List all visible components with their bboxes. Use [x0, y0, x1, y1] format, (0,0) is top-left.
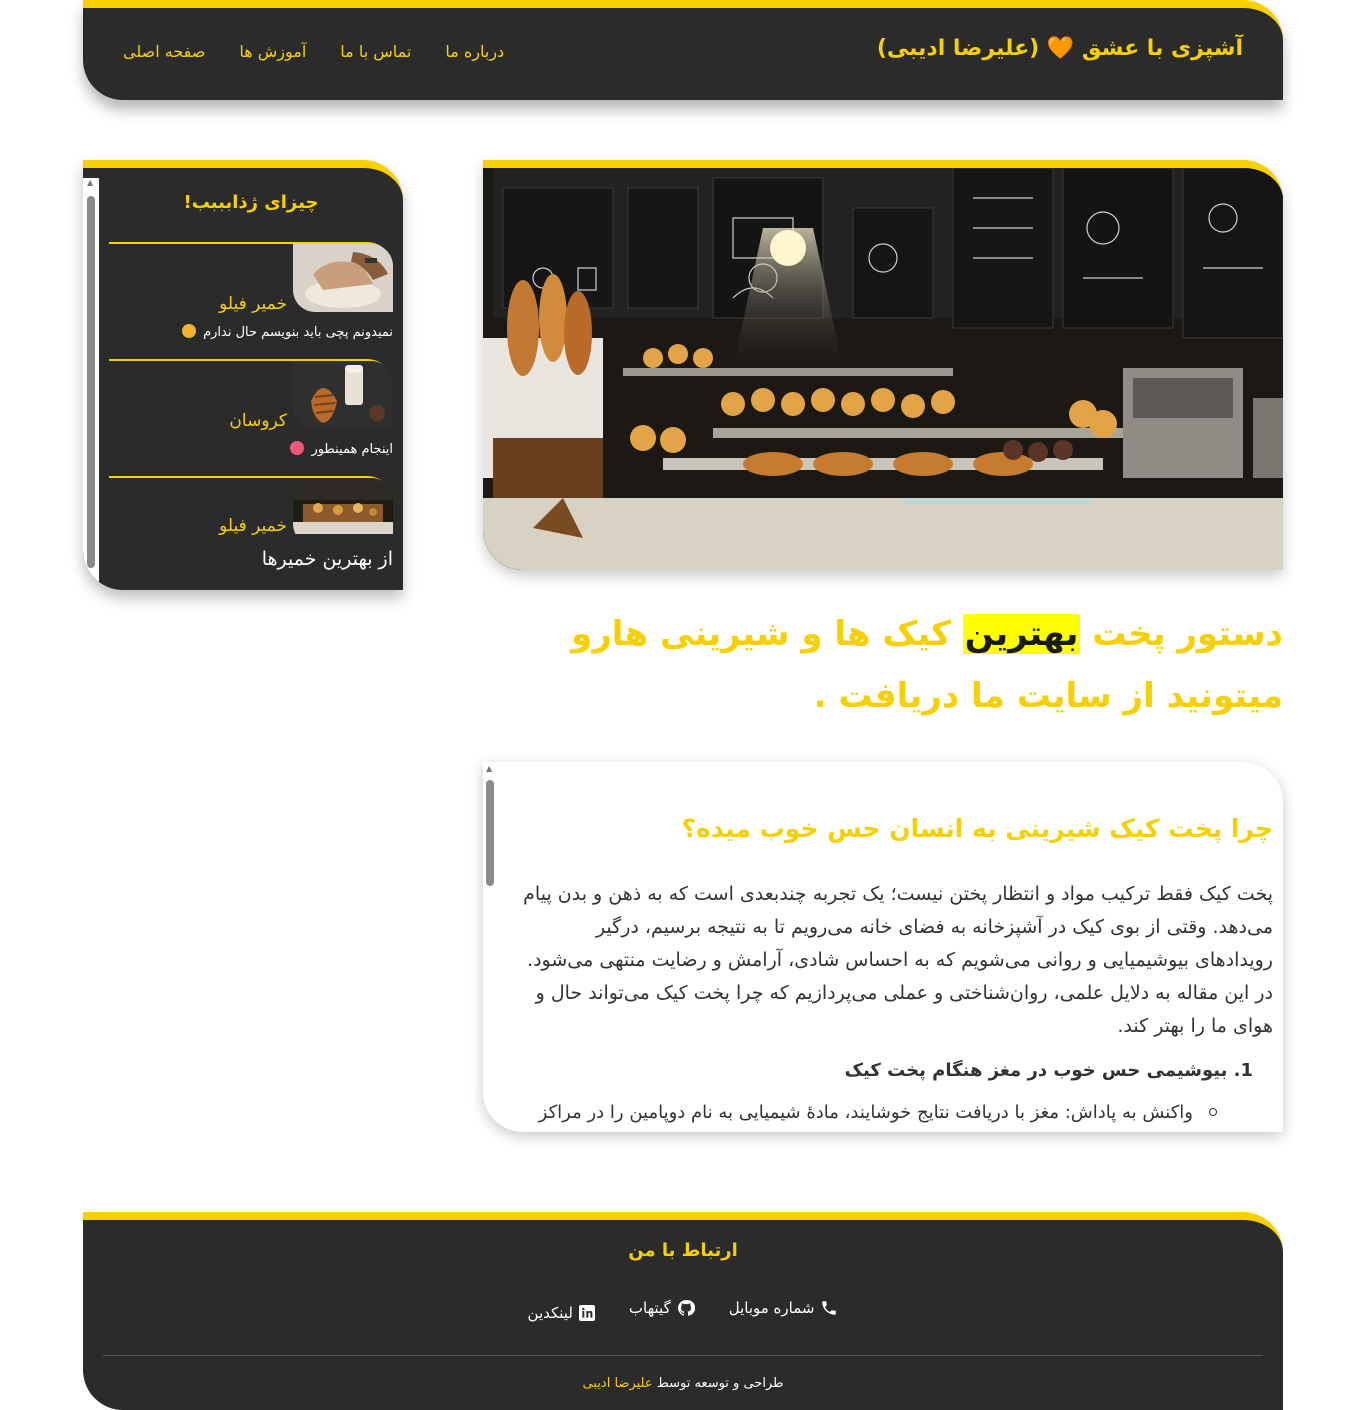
card-image-dough [293, 244, 393, 312]
hero-headline: دستور پخت بهترین کیک ها و شیرینی هارو می… [571, 614, 1283, 716]
nav-home[interactable]: صفحه اصلی [123, 42, 205, 61]
scroll-down-icon[interactable]: ▼ [486, 1121, 492, 1130]
site-brand[interactable]: آشپزی با عشق 🧡 (علیرضا ادیبی) [877, 36, 1243, 61]
linkedin-icon [578, 1305, 595, 1321]
sidebar-card[interactable]: خمیر فیلو نمیدونم پچی باید بنویسم حال ند… [109, 242, 393, 354]
article-box[interactable]: ▲ ▼ چرا پخت کیک شیرینی به انسان حس خوب م… [483, 762, 1283, 1132]
card-name: خمیر فیلو [219, 516, 287, 536]
brand-author: (علیرضا ادیبی) [876, 36, 1040, 61]
sidebar-card[interactable]: خمیر فیلو از بهترین خمیرها [109, 476, 393, 588]
footer-links: شماره موبایل گیتهاب لینکدین [83, 1294, 1283, 1322]
card-desc: نمیدونم پچی باید بنویسم حال ندارم [181, 324, 393, 340]
card-image-bakery [293, 478, 393, 546]
headline-highlight: بهترین [962, 614, 1081, 654]
site-footer: ارتباط با من شماره موبایل گیتهاب لینکدین… [83, 1212, 1283, 1410]
main-nav: صفحه اصلی آموزش ها تماس با ما درباره ما [123, 42, 504, 61]
sidebar-scrollbar[interactable]: ▲ ▼ [83, 178, 99, 590]
sidebar: ▲ ▼ چیزای ژذابببب! خمیر فیلو نمیدونم پچی… [83, 160, 403, 590]
scroll-up-icon[interactable]: ▲ [87, 178, 93, 187]
scrollbar-thumb[interactable] [87, 196, 95, 568]
nav-about[interactable]: درباره ما [445, 42, 504, 61]
site-header: آشپزی با عشق 🧡 (علیرضا ادیبی) صفحه اصلی … [83, 0, 1283, 100]
github-icon [677, 1300, 695, 1316]
scroll-down-icon[interactable]: ▼ [87, 581, 93, 590]
footer-credit: طراحی و توسعه توسط علیرضا ادیبی [582, 1376, 784, 1391]
article-intro: پخت کیک فقط ترکیب مواد و انتظار پختن نیس… [523, 883, 1273, 1037]
nav-tutorials[interactable]: آموزش ها [239, 42, 306, 61]
footer-link-linkedin[interactable]: لینکدین [528, 1304, 595, 1322]
phone-icon [822, 1301, 837, 1315]
card-desc: اینجام همینطور [290, 441, 393, 457]
footer-title: ارتباط با من [628, 1240, 738, 1261]
card-name: کروسان [229, 411, 287, 431]
article-title: چرا پخت کیک شیرینی به انسان حس خوب میده؟ [681, 814, 1273, 843]
brand-text: آشپزی با عشق [1081, 36, 1243, 61]
scroll-up-icon[interactable]: ▲ [486, 764, 492, 773]
nerd-emoji-icon [181, 324, 196, 338]
footer-divider [103, 1355, 1263, 1356]
footer-link-phone[interactable]: شماره موبایل [729, 1294, 839, 1322]
sidebar-title: چیزای ژذابببب! [183, 192, 319, 213]
nav-contact[interactable]: تماس با ما [340, 42, 411, 61]
article-scrollbar[interactable]: ▲ ▼ [483, 762, 499, 1132]
card-image-croissant [293, 361, 393, 429]
credit-author-link[interactable]: علیرضا ادیبی [583, 1376, 653, 1391]
footer-link-github[interactable]: گیتهاب [629, 1294, 695, 1322]
article-section-heading: 1. بیوشیمی حس خوب در مغز هنگام پخت کیک [844, 1060, 1253, 1081]
card-name: خمیر فیلو [219, 294, 287, 314]
hero-image [483, 160, 1283, 570]
heart-icon: 🧡 [1046, 36, 1075, 61]
tongue-emoji-icon [290, 441, 305, 455]
scrollbar-thumb[interactable] [486, 780, 494, 886]
bullet-icon [1209, 1108, 1217, 1116]
article-bullet-text: واکنش به پاداش: مغز با دریافت نتایج خوشا… [538, 1102, 1193, 1123]
card-desc: از بهترین خمیرها [261, 548, 393, 570]
sidebar-card[interactable]: کروسان اینجام همینطور [109, 359, 393, 471]
